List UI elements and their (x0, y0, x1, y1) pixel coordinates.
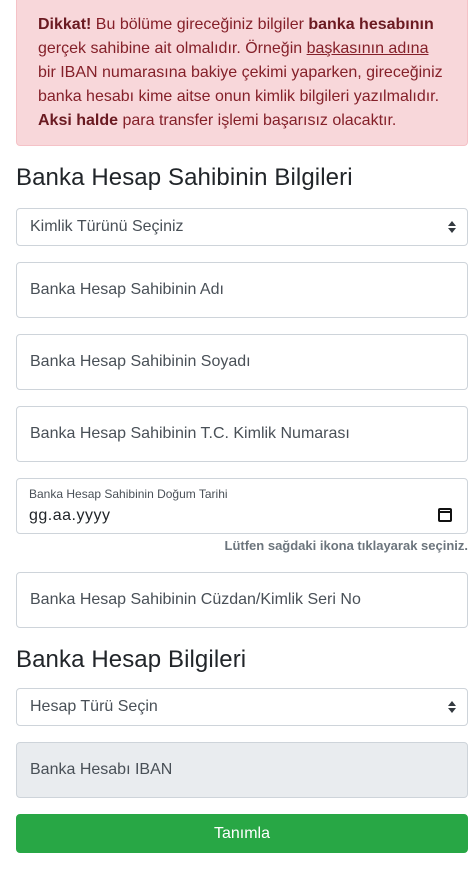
alert-text-1: Bu bölüme gireceğiniz bilgiler (91, 16, 309, 33)
alert-someone-else: başkasının adına (306, 40, 429, 57)
page: Dikkat! Bu bölüme gireceğiniz bilgiler b… (0, 0, 474, 883)
identity-type-select[interactable]: Kimlik Türünü Seçiniz (16, 208, 468, 246)
birth-date-label: Banka Hesap Sahibinin Doğum Tarihi (29, 487, 228, 501)
alert-text-2: gerçek sahibine ait olmalıdır. Örneğin (38, 40, 307, 57)
birth-date-hint: Lütfen sağdaki ikona tıklayarak seçiniz. (224, 538, 468, 553)
birth-date-input[interactable]: Banka Hesap Sahibinin Doğum Tarihi gg.aa… (16, 478, 468, 534)
alert-bank-owner: banka hesabının (308, 16, 434, 33)
last-name-input[interactable]: Banka Hesap Sahibinin Soyadı (16, 334, 468, 390)
last-name-placeholder: Banka Hesap Sahibinin Soyadı (30, 353, 251, 370)
submit-button[interactable]: Tanımla (16, 814, 468, 853)
account-type-value: Hesap Türü Seçin (30, 698, 158, 715)
alert-dikkat: Dikkat! (38, 16, 92, 33)
alert-otherwise: Aksi halde (38, 112, 119, 129)
alert-text-3: bir IBAN numarasına bakiye çekimi yapark… (38, 64, 443, 105)
warning-alert: Dikkat! Bu bölüme gireceğiniz bilgiler b… (16, 0, 468, 146)
iban-input: Banka Hesabı IBAN (16, 742, 468, 798)
select-caret-icon (447, 700, 457, 714)
id-serial-input[interactable]: Banka Hesap Sahibinin Cüzdan/Kimlik Seri… (16, 572, 468, 628)
iban-placeholder: Banka Hesabı IBAN (30, 761, 173, 778)
section-title-owner: Banka Hesap Sahibinin Bilgileri (16, 164, 353, 191)
tc-number-input[interactable]: Banka Hesap Sahibinin T.C. Kimlik Numara… (16, 406, 468, 462)
account-type-select[interactable]: Hesap Türü Seçin (16, 688, 468, 726)
tc-number-placeholder: Banka Hesap Sahibinin T.C. Kimlik Numara… (30, 425, 350, 442)
identity-type-value: Kimlik Türünü Seçiniz (30, 218, 184, 235)
first-name-input[interactable]: Banka Hesap Sahibinin Adı (16, 262, 468, 318)
select-caret-icon (447, 220, 457, 234)
birth-date-value: gg.aa.yyyy (29, 507, 111, 524)
id-serial-placeholder: Banka Hesap Sahibinin Cüzdan/Kimlik Seri… (30, 591, 361, 608)
alert-text-4: para transfer işlemi başarısız olacaktır… (118, 112, 397, 129)
first-name-placeholder: Banka Hesap Sahibinin Adı (30, 281, 224, 298)
calendar-icon[interactable] (438, 508, 452, 522)
section-title-account: Banka Hesap Bilgileri (16, 646, 247, 673)
